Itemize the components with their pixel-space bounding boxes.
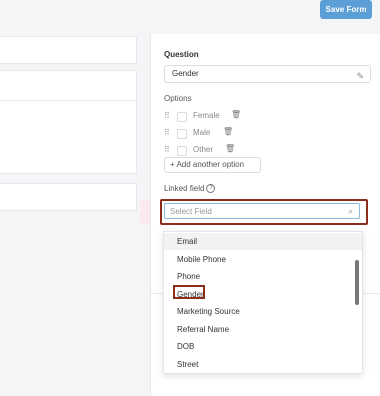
drag-handle-icon[interactable]: ⠿ [164,128,170,137]
form-card[interactable] [0,183,137,211]
dropdown-item-street[interactable]: Street [164,356,362,373]
trash-icon[interactable]: 🗑 [223,127,233,136]
dropdown-item-gender[interactable]: Gender [164,285,362,303]
option-row[interactable]: ⠿ Other 🗑 [164,144,364,158]
scrollbar-thumb[interactable] [355,260,359,305]
add-option-button[interactable]: + Add another option [164,157,261,173]
dropdown-item-dob[interactable]: DOB [164,338,362,355]
trash-icon[interactable]: 🗑 [231,110,241,119]
question-input[interactable]: Gender ✎ [164,65,371,83]
option-label: Male [193,128,211,137]
dropdown-item-phone[interactable]: Phone [164,268,362,285]
gender-highlight [173,285,205,299]
drag-handle-icon[interactable]: ⠿ [164,111,170,120]
top-bar: Save Form [0,0,380,24]
help-icon[interactable]: ? [206,184,216,194]
dropdown-item-marketing-source[interactable]: Marketing Source [164,303,362,320]
form-card[interactable] [0,70,137,102]
trash-icon[interactable]: 🗑 [225,144,235,153]
options-label: Options [164,94,192,103]
linked-field-text: Linked field [164,184,205,193]
question-value: Gender [172,69,199,78]
option-row[interactable]: ⠿ Female 🗑 [164,110,364,124]
option-checkbox[interactable] [177,146,187,156]
dropdown-item-mobile-phone[interactable]: Mobile Phone [164,251,362,268]
field-dropdown[interactable]: Email Mobile Phone Phone Gender Marketin… [163,231,363,374]
form-card[interactable] [0,100,137,174]
option-label: Other [193,145,214,154]
select-field-highlight [160,199,368,225]
dropdown-item-email[interactable]: Email [164,233,362,250]
linked-field-label: Linked field? [164,184,216,194]
option-checkbox[interactable] [177,129,187,139]
option-checkbox[interactable] [177,112,187,122]
form-card[interactable] [0,36,137,64]
option-label: Female [193,111,220,120]
dropdown-item-referral-name[interactable]: Referral Name [164,321,362,338]
save-form-button[interactable]: Save Form [320,0,372,19]
pen-icon[interactable]: ✎ [356,68,364,84]
question-label: Question [164,50,199,59]
drag-handle-icon[interactable]: ⠿ [164,145,170,154]
option-row[interactable]: ⠿ Male 🗑 [164,127,364,141]
